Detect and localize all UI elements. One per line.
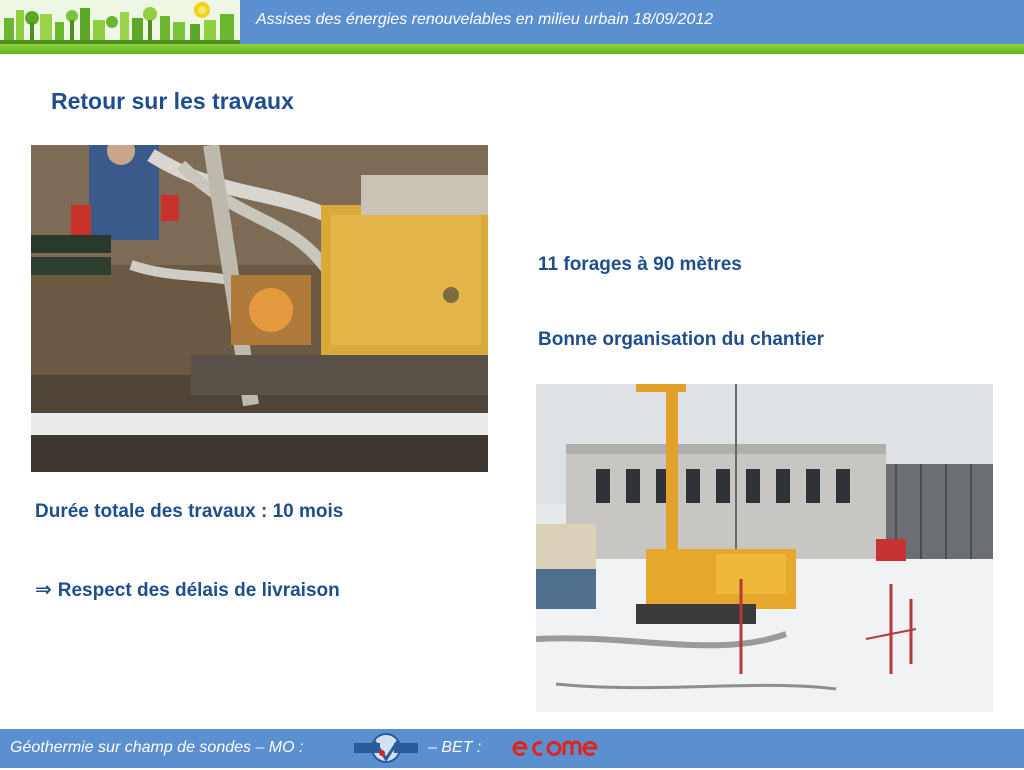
double-arrow-right-icon: ⇒ [35, 579, 52, 601]
header-accent-stripe [0, 44, 1024, 54]
slide-title: Retour sur les travaux [51, 88, 294, 114]
site-organisation-text: Bonne organisation du chantier [538, 329, 825, 350]
construction-site-photo [536, 384, 993, 712]
footer-mo-label: Géothermie sur champ de sondes – MO : [10, 739, 304, 756]
eco-city-banner-logo [0, 0, 240, 44]
delivery-respect-text: Respect des délais de livraison [57, 580, 340, 601]
footer-bet-label: – BET : [428, 739, 482, 756]
sies-vyzz-logo [352, 731, 420, 765]
delivery-respect-line: ⇒ Respect des délais de livraison [35, 577, 340, 602]
total-duration-text: Durée totale des travaux : 10 mois [35, 501, 344, 522]
drilling-count-text: 11 forages à 90 mètres [538, 254, 742, 275]
header-title: Assises des énergies renouvelables en mi… [256, 11, 714, 28]
ecome-logo [510, 734, 598, 767]
drilling-rig-closeup-photo [31, 145, 488, 472]
